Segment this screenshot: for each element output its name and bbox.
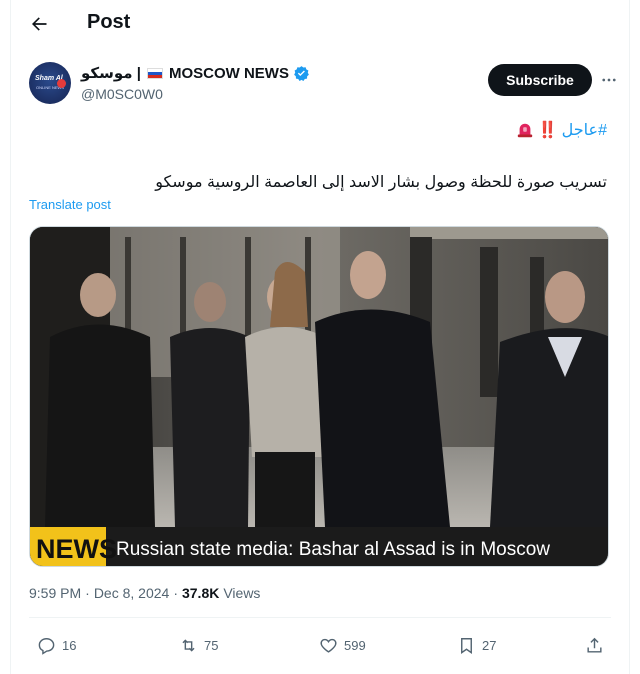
avatar-logo-dot [57, 79, 66, 88]
like-button[interactable]: 599 [319, 630, 366, 660]
heart-icon [320, 638, 337, 653]
news-caption: Russian state media: Bashar al Assad is … [116, 539, 550, 560]
share-icon [587, 637, 602, 653]
author-handle[interactable]: @M0SC0W0 [81, 86, 163, 102]
repost-count: 75 [204, 637, 219, 653]
news-tag: NEWS [36, 534, 117, 564]
post-meta: 9:59 PM · Dec 8, 2024 · 37.8K Views [29, 585, 260, 601]
views-count: 37.8K [181, 585, 220, 601]
news-photo: NEWS Russian state media: Bashar al Assa… [30, 227, 608, 566]
reply-button[interactable]: 16 [37, 630, 76, 660]
post-date[interactable]: Dec 8, 2024 [94, 585, 170, 601]
post-text: تسريب صورة للحظة وصول بشار الاسد إلى الع… [155, 174, 607, 191]
double-exclamation-emoji: ‼️ [537, 122, 558, 139]
share-button[interactable] [585, 630, 604, 660]
author-name-arabic: موسكو | [81, 65, 141, 82]
post-header: Sham Al ONLINE NEWS موسكو | MOSCOW NEWS … [29, 60, 616, 106]
post-image[interactable]: NEWS Russian state media: Bashar al Assa… [29, 226, 609, 567]
reply-count: 16 [62, 637, 77, 653]
author-name-english: MOSCOW NEWS [168, 64, 289, 82]
back-button[interactable] [25, 10, 53, 38]
page-title: Post [87, 11, 131, 33]
meta-separator: · [173, 585, 178, 601]
repost-button[interactable]: 75 [179, 630, 218, 660]
repost-icon [182, 638, 195, 652]
top-bar: Post [11, 0, 631, 46]
more-dots-icon [602, 78, 616, 82]
post-time[interactable]: 9:59 PM [29, 585, 81, 601]
siren-emoji-icon [516, 121, 534, 139]
bookmark-icon [461, 637, 472, 654]
divider [29, 617, 611, 618]
meta-separator: · [85, 585, 90, 601]
reply-icon [38, 637, 55, 655]
like-count: 599 [344, 637, 366, 653]
more-options-button[interactable] [599, 70, 619, 90]
hashtag-link[interactable]: #عاجل [562, 120, 607, 140]
post-frame: Post Sham Al ONLINE NEWS موسكو | MOSCOW … [10, 0, 630, 674]
subscribe-button[interactable]: Subscribe [488, 64, 592, 96]
action-bar: 16 75 599 27 [29, 630, 611, 660]
arrow-left-icon [32, 17, 47, 31]
avatar[interactable]: Sham Al ONLINE NEWS [29, 62, 71, 104]
author-name[interactable]: موسكو | MOSCOW NEWS [81, 64, 310, 82]
translate-post-link[interactable]: Translate post [29, 197, 111, 212]
views-label: Views [223, 585, 261, 601]
bookmark-count: 27 [482, 637, 497, 653]
russia-flag-icon [146, 67, 163, 79]
bookmark-button[interactable]: 27 [457, 630, 496, 660]
hashtag-line: #عاجل ‼️ [516, 120, 607, 140]
verified-badge-icon [293, 65, 310, 82]
